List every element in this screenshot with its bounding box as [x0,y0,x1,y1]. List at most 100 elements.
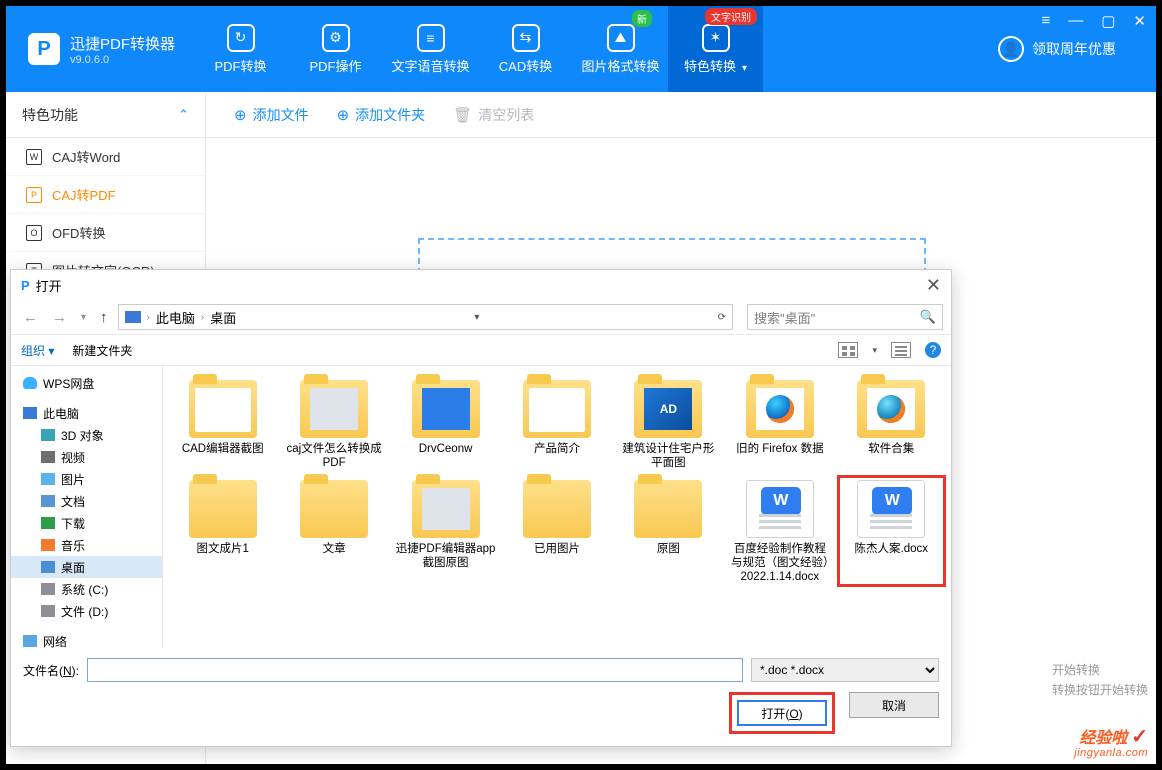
file-item[interactable]: 已用图片 [503,476,610,586]
cube-icon [41,429,55,441]
file-item[interactable]: 软件合集 [838,376,945,472]
menu-icon[interactable]: ≡ [1041,12,1050,30]
file-item[interactable]: 迅捷PDF编辑器app截图原图 [392,476,499,586]
plus-file-icon: ⊕ [234,106,247,124]
nav-image[interactable]: ⛰ 图片格式转换 新 [573,6,668,92]
minimize-icon[interactable]: — [1068,12,1083,30]
doc-icon: P [26,187,42,203]
folder-icon [300,380,368,438]
open-button[interactable]: 打开(O) [737,700,827,726]
file-item[interactable]: 文章 [280,476,387,586]
file-item[interactable]: 图文成片1 [169,476,276,586]
badge-ocr: 文字识别 [705,8,757,25]
plus-folder-icon: ⊕ [337,106,350,124]
pc-icon [23,407,37,419]
image-icon: ⛰ [607,24,635,52]
file-item[interactable]: CAD编辑器截图 [169,376,276,472]
add-folder-button[interactable]: ⊕添加文件夹 [337,105,426,125]
nav-forward-icon[interactable]: → [48,309,71,326]
organize-menu[interactable]: 组织 ▾ [21,342,54,359]
close-icon[interactable]: ✕ [1133,12,1146,30]
clear-list-button[interactable]: 🗑清空列表 [453,105,534,125]
tree-thispc[interactable]: 此电脑 [11,402,162,424]
chevron-down-icon[interactable]: ▾ [474,312,479,323]
file-item[interactable]: DrvCeonw [392,376,499,472]
tree-downloads[interactable]: 下载 [11,512,162,534]
drive-icon [41,583,55,595]
add-file-button[interactable]: ⊕添加文件 [234,105,309,125]
docx-icon: W [857,480,925,538]
tree-wps[interactable]: WPS网盘 [11,372,162,394]
file-item[interactable]: 产品简介 [503,376,610,472]
file-item[interactable]: 原图 [615,476,722,586]
nav-history-icon[interactable]: ▾ [77,312,90,323]
folder-tree: WPS网盘 此电脑 3D 对象 视频 图片 文档 下载 音乐 桌面 系统 (C:… [11,366,163,648]
open-button-highlight: 打开(O) [729,692,835,734]
file-item[interactable]: W百度经验制作教程与规范（图文经验）2022.1.14.docx [726,476,833,586]
maximize-icon[interactable]: ▢ [1101,12,1115,30]
view-preview-icon[interactable] [891,342,911,358]
dialog-footer: 文件名(N): *.doc *.docx 打开(O) 取消 [11,648,951,746]
new-folder-button[interactable]: 新建文件夹 [72,342,132,359]
file-item[interactable]: AD建筑设计住宅户形平面图 [615,376,722,472]
view-grid-icon[interactable] [838,342,858,358]
badge-new: 新 [632,10,652,27]
network-icon [23,635,37,647]
dialog-close-icon[interactable]: ✕ [926,275,941,296]
tree-documents[interactable]: 文档 [11,490,162,512]
nav-pdf-operate[interactable]: ⚙ PDF操作 [288,6,383,92]
help-icon[interactable]: ? [925,342,941,358]
filetype-select[interactable]: *.doc *.docx [751,658,939,682]
file-item[interactable]: caj文件怎么转换成PDF [280,376,387,472]
app-name: 迅捷PDF转换器 [70,33,175,54]
app-header: P 迅捷PDF转换器 v9.0.6.0 ↻ PDF转换 ⚙ PDF操作 ≡ 文字… [6,6,1156,92]
nav-cad[interactable]: ⇆ CAD转换 [478,6,573,92]
sidebar-item-ofd[interactable]: OOFD转换 [6,214,205,252]
sidebar-item-caj-word[interactable]: WCAJ转Word [6,138,205,176]
sidebar-header[interactable]: 特色功能 ⌃ [6,92,206,137]
search-icon: 🔍 [920,309,936,325]
tree-network[interactable]: 网络 [11,630,162,648]
vip-link[interactable]: 👤 领取周年优惠 [998,36,1116,62]
refresh-icon: ↻ [227,24,255,52]
tree-pictures[interactable]: 图片 [11,468,162,490]
folder-icon [412,480,480,538]
tree-desktop[interactable]: 桌面 [11,556,162,578]
video-icon [41,451,55,463]
pc-icon [125,311,141,323]
tree-drive-c[interactable]: 系统 (C:) [11,578,162,600]
dialog-titlebar: P 打开 ✕ [11,270,951,300]
cancel-button[interactable]: 取消 [849,692,939,718]
file-list: CAD编辑器截图 caj文件怎么转换成PDF DrvCeonw 产品简介 AD建… [163,366,951,648]
gear-icon: ⚙ [322,24,350,52]
filename-input[interactable] [87,658,743,682]
doc-icon: W [26,149,42,165]
file-item[interactable]: 旧的 Firefox 数据 [726,376,833,472]
nav-up-icon[interactable]: ↑ [96,309,112,326]
convert-hint: 开始转换 转换按钮开始转换 [1052,660,1148,700]
file-item-highlighted[interactable]: W陈杰人案.docx [838,476,945,586]
folder-icon [634,480,702,538]
toolbar: 特色功能 ⌃ ⊕添加文件 ⊕添加文件夹 🗑清空列表 [6,92,1156,138]
nav-tabs: ↻ PDF转换 ⚙ PDF操作 ≡ 文字语音转换 ⇆ CAD转换 ⛰ 图片格式转… [193,6,763,92]
nav-back-icon[interactable]: ← [19,309,42,326]
view-dropdown-icon[interactable]: ▾ [872,345,877,356]
tree-drive-d[interactable]: 文件 (D:) [11,600,162,622]
music-icon [41,539,55,551]
folder-icon [189,380,257,438]
tree-video[interactable]: 视频 [11,446,162,468]
swap-icon: ⇆ [512,24,540,52]
bars-icon: ≡ [417,24,445,52]
folder-icon [412,380,480,438]
refresh-icon[interactable]: ⟳ [718,312,726,323]
tree-music[interactable]: 音乐 [11,534,162,556]
search-input[interactable]: 搜索"桌面" 🔍 [747,304,943,330]
nav-special[interactable]: ✶ 特色转换▾ 文字识别 [668,6,763,92]
nav-pdf-convert[interactable]: ↻ PDF转换 [193,6,288,92]
breadcrumb[interactable]: › 此电脑 › 桌面 ▾ ⟳ [118,304,733,330]
nav-tts[interactable]: ≡ 文字语音转换 [383,6,478,92]
tree-3d[interactable]: 3D 对象 [11,424,162,446]
sidebar-item-caj-pdf[interactable]: PCAJ转PDF [6,176,205,214]
dialog-nav: ← → ▾ ↑ › 此电脑 › 桌面 ▾ ⟳ 搜索"桌面" 🔍 [11,300,951,334]
drive-icon [41,605,55,617]
